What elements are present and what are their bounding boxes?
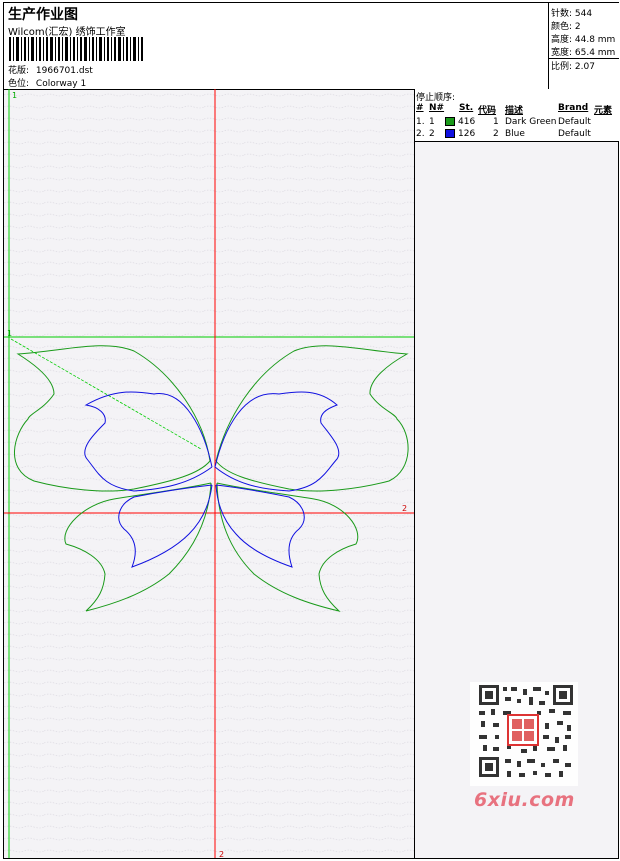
design-stats: 针数: 544 颜色: 2 高度: 44.8 mm 宽度: 65.4 mm 比例… xyxy=(548,3,619,89)
color-label: 色位: xyxy=(8,79,30,89)
pattern-value: 1966701.dst xyxy=(35,66,93,76)
stop-sequence-table: 停止顺序: # N# St. 代码 描述 Brand 元素 1. 1 416 1… xyxy=(415,89,619,142)
qr-code xyxy=(470,682,578,786)
page-title: 生产作业图 xyxy=(8,7,78,23)
marker-bottom: 2 xyxy=(219,850,224,858)
color-count: 颜色: 2 xyxy=(551,22,581,32)
row2-description: Blue xyxy=(505,129,525,139)
watermark-text: 6xiu.com xyxy=(474,789,575,811)
row1-code: 1 xyxy=(493,117,499,127)
row1-color-swatch xyxy=(445,117,455,126)
row1-needle: 1 xyxy=(429,117,435,127)
row1-index: 1. xyxy=(416,117,425,127)
header-needle: N# xyxy=(429,103,445,113)
fabric-texture xyxy=(4,89,414,858)
colorway: 色位: Colorway 1 xyxy=(8,76,86,89)
header-code: 代码 xyxy=(478,106,497,116)
pattern-label: 花版: xyxy=(8,66,30,76)
company-name: Wilcom(汇宏) 绣饰工作室 xyxy=(8,27,126,38)
header-stitches: St. xyxy=(459,103,474,113)
row1-stitches: 416 xyxy=(458,117,476,127)
header-description: 描述 xyxy=(505,106,524,116)
header-brand: Brand xyxy=(558,103,589,113)
row2-needle: 2 xyxy=(429,129,435,139)
pattern-file: 花版: 1966701.dst xyxy=(8,63,93,76)
row2-brand: Default xyxy=(558,129,591,139)
design-ratio: 比例: 2.07 xyxy=(549,58,619,89)
row2-stitches: 126 xyxy=(458,129,476,139)
color-value: Colorway 1 xyxy=(35,79,87,89)
row2-color-swatch xyxy=(445,129,455,138)
sheet-header: 生产作业图 Wilcom(汇宏) 绣饰工作室 花版: 1966701.dst 色… xyxy=(4,3,619,90)
marker-right: 2 xyxy=(402,504,407,513)
header-index: # xyxy=(416,103,424,113)
header-element: 元素 xyxy=(594,106,613,116)
row1-description: Dark Green xyxy=(505,117,557,127)
stop-sequence-title: 停止顺序: xyxy=(416,93,456,103)
stitch-count: 针数: 544 xyxy=(551,9,593,19)
row1-brand: Default xyxy=(558,117,591,127)
design-width: 宽度: 65.4 mm xyxy=(551,48,616,58)
design-height: 高度: 44.8 mm xyxy=(551,35,616,45)
marker-top-left: 1 xyxy=(12,91,17,100)
row2-code: 2 xyxy=(493,129,499,139)
row2-index: 2. xyxy=(416,129,425,139)
barcode xyxy=(9,37,143,61)
design-canvas: 1 1 2 2 xyxy=(4,89,414,858)
marker-green: 1 xyxy=(7,329,12,338)
